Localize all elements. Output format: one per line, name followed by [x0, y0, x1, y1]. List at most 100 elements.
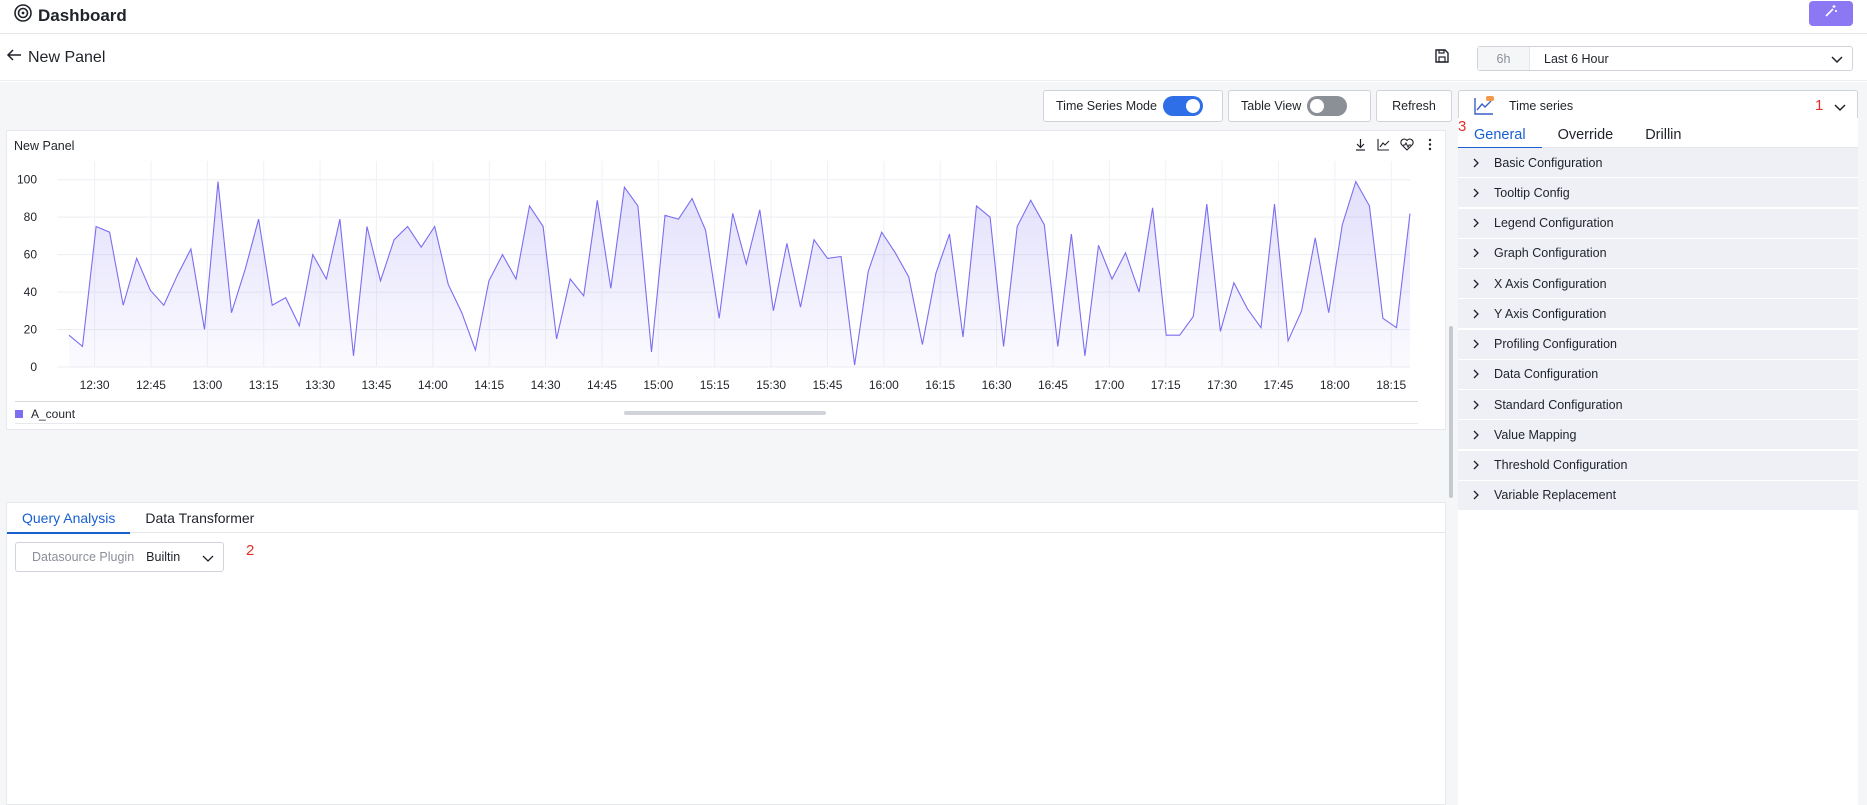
datasource-value: Builtin [146, 550, 181, 564]
chevron-right-icon [1458, 368, 1494, 380]
x-tick-label: 14:45 [587, 378, 617, 392]
refresh-button[interactable]: Refresh [1376, 90, 1452, 122]
time-range-short: 6h [1478, 47, 1530, 70]
tab-drillin[interactable]: Drillin [1629, 118, 1697, 148]
panel-header: New Panel 6h Last 6 Hour [0, 35, 1867, 81]
y-tick-label: 80 [24, 210, 38, 224]
legend-label: A_count [31, 407, 76, 421]
config-basic[interactable]: Basic Configuration [1458, 148, 1858, 177]
x-tick-label: 14:30 [531, 378, 561, 392]
config-tabs: General Override Drillin [1458, 118, 1858, 149]
config-item-label: Legend Configuration [1494, 216, 1614, 230]
config-standard[interactable]: Standard Configuration [1458, 390, 1858, 419]
chevron-down-icon [1830, 52, 1844, 69]
brand[interactable]: Dashboard [14, 4, 127, 27]
table-view-switch[interactable] [1307, 96, 1348, 116]
panel-toolbar: Time Series Mode Table View Refresh [1043, 90, 1452, 122]
chevron-right-icon [1458, 489, 1494, 501]
chevron-right-icon [1458, 459, 1494, 471]
config-value-mapping[interactable]: Value Mapping [1458, 420, 1858, 450]
config-variable-replacement[interactable]: Variable Replacement [1458, 480, 1858, 510]
time-series-mode-toggle[interactable]: Time Series Mode [1043, 90, 1223, 122]
y-tick-label: 40 [24, 285, 38, 299]
config-threshold[interactable]: Threshold Configuration [1458, 450, 1858, 480]
chevron-right-icon [1458, 338, 1494, 350]
tab-override[interactable]: Override [1542, 118, 1630, 148]
y-tick-label: 100 [17, 173, 37, 187]
chevron-right-icon [1458, 399, 1494, 411]
time-series-mode-label: Time Series Mode [1056, 99, 1157, 113]
chevron-down-icon [1833, 100, 1847, 117]
x-tick-label: 16:30 [982, 378, 1012, 392]
config-profiling[interactable]: Profiling Configuration [1458, 329, 1858, 359]
visualization-type-label: Time series [1509, 99, 1574, 113]
table-view-toggle[interactable]: Table View [1228, 90, 1371, 122]
legend-item[interactable]: A_count [15, 407, 75, 421]
x-tick-label: 18:00 [1320, 378, 1350, 392]
query-panel: Query Analysis Data Transformer Datasour… [6, 502, 1446, 805]
chevron-right-icon [1458, 247, 1494, 259]
config-item-label: Threshold Configuration [1494, 458, 1628, 472]
chart-panel: New Panel 0 20 40 60 80 100 12:30 12:45 13:00 13:… [6, 130, 1446, 430]
config-item-label: Basic Configuration [1494, 155, 1603, 170]
config-item-label: Profiling Configuration [1494, 337, 1617, 351]
tab-data-transformer[interactable]: Data Transformer [130, 503, 269, 533]
x-tick-label: 16:00 [869, 378, 899, 392]
datasource-select[interactable]: Datasource Plugin Builtin [15, 542, 224, 572]
chevron-right-icon [1458, 217, 1494, 229]
x-tick-label: 16:45 [1038, 378, 1068, 392]
legend-divider [15, 401, 1418, 402]
chevron-right-icon [1458, 308, 1494, 320]
chevron-right-icon [1458, 278, 1494, 290]
page-title: New Panel [28, 48, 106, 66]
x-tick-label: 17:00 [1094, 378, 1124, 392]
config-x-axis[interactable]: X Axis Configuration [1458, 269, 1858, 298]
x-tick-label: 13:00 [192, 378, 222, 392]
y-tick-label: 20 [24, 323, 38, 337]
tab-general[interactable]: General [1458, 118, 1542, 149]
annotation-marker-2: 2 [246, 542, 255, 559]
right-config-panel: Time series 1 General Override Drillin 3… [1458, 90, 1858, 805]
table-view-label: Table View [1241, 99, 1302, 113]
time-series-chart-icon [1473, 96, 1495, 116]
x-tick-label: 15:15 [700, 378, 730, 392]
x-tick-label: 15:30 [756, 378, 786, 392]
back-button[interactable]: New Panel [6, 48, 105, 67]
tab-query-analysis[interactable]: Query Analysis [7, 503, 131, 534]
x-tick-label: 13:45 [361, 378, 391, 392]
config-data[interactable]: Data Configuration [1458, 359, 1858, 389]
resize-handle[interactable] [624, 411, 826, 415]
time-range-picker[interactable]: 6h Last 6 Hour [1477, 46, 1853, 71]
config-y-axis[interactable]: Y Axis Configuration [1458, 299, 1858, 329]
x-tick-label: 18:15 [1376, 378, 1406, 392]
datasource-label: Datasource Plugin [32, 550, 135, 564]
legend-swatch [15, 410, 23, 418]
config-item-label: Tooltip Config [1494, 185, 1570, 200]
chevron-right-icon [1458, 429, 1494, 441]
magic-tools-button[interactable] [1809, 1, 1853, 26]
x-tick-label: 14:00 [418, 378, 448, 392]
workspace: Time Series Mode Table View Refresh New … [0, 82, 1867, 805]
dashboard-logo-icon [14, 4, 32, 27]
x-tick-label: 16:15 [925, 378, 955, 392]
config-list: Basic Configuration Tooltip Config Legen… [1458, 148, 1858, 805]
config-tooltip[interactable]: Tooltip Config [1458, 178, 1858, 208]
series-area-fill [69, 181, 1410, 367]
save-icon[interactable] [1434, 48, 1450, 69]
arrow-left-icon [6, 48, 22, 67]
chevron-right-icon [1458, 187, 1494, 199]
x-tick-label: 15:45 [812, 378, 842, 392]
x-tick-label: 12:30 [80, 378, 110, 392]
x-tick-label: 17:45 [1263, 378, 1293, 392]
wand-icon [1824, 4, 1838, 23]
query-tabs: Query Analysis Data Transformer [7, 503, 1445, 534]
x-tick-label: 13:30 [305, 378, 335, 392]
config-graph[interactable]: Graph Configuration [1458, 238, 1858, 268]
x-tick-label: 17:30 [1207, 378, 1237, 392]
time-series-chart[interactable]: 0 20 40 60 80 100 12:30 12:45 13:00 13:15 13:30 13:… [7, 141, 1445, 403]
config-item-label: Standard Configuration [1494, 397, 1623, 412]
time-series-mode-switch[interactable] [1162, 96, 1203, 116]
config-legend[interactable]: Legend Configuration [1458, 208, 1858, 238]
vertical-scrollbar[interactable] [1449, 326, 1453, 498]
top-bar: Dashboard [0, 0, 1867, 34]
